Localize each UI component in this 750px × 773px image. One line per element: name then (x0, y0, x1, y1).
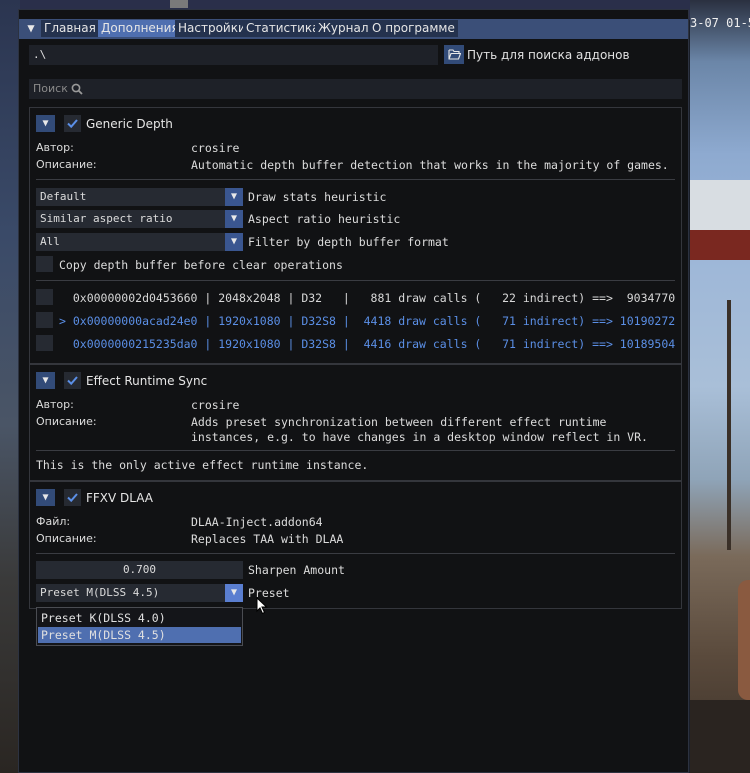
chevron-down-icon[interactable]: ▼ (225, 210, 243, 228)
preset-dropdown-list: Preset K(DLSS 4.0) Preset M(DLSS 4.5) (36, 607, 243, 646)
check-icon (67, 119, 78, 129)
addon-path-label: Путь для поиска аддонов (467, 48, 630, 62)
author-value: crosire (191, 398, 240, 412)
chevron-down-icon[interactable]: ▼ (225, 233, 243, 251)
background-pole (727, 300, 731, 550)
depth-buffer-row[interactable]: 0x0000000215235da0 | 1920x1080 | D32S8 |… (59, 337, 675, 351)
description-label: Описание: (36, 532, 97, 545)
buffer-checkbox[interactable] (36, 335, 53, 351)
separator (36, 179, 675, 180)
search-icon (71, 83, 83, 95)
description-line-2: instances, e.g. to have changes in a des… (191, 430, 648, 444)
description-label: Описание: (36, 158, 97, 171)
check-icon (67, 493, 78, 503)
collapse-button[interactable]: ▼ (36, 115, 55, 132)
addon-path-input[interactable]: .\ (29, 45, 438, 65)
chevron-down-icon[interactable]: ▼ (225, 584, 243, 602)
preset-combo[interactable]: Preset M(DLSS 4.5) (36, 584, 243, 602)
author-label: Автор: (36, 398, 74, 411)
dropdown-option[interactable]: Preset K(DLSS 4.0) (38, 610, 241, 626)
background-left (0, 0, 20, 773)
background-person (738, 580, 750, 700)
description-line-1: Adds preset synchronization between diff… (191, 415, 607, 429)
format-filter-label: Filter by depth buffer format (248, 235, 449, 249)
menu-triangle-icon[interactable]: ▼ (24, 21, 38, 35)
copy-depth-checkbox[interactable] (36, 256, 53, 272)
sharpen-amount-slider[interactable]: 0.700 (36, 561, 243, 579)
draw-stats-label: Draw stats heuristic (248, 190, 387, 204)
addon-title: Generic Depth (86, 117, 173, 131)
reshade-overlay-window: ▼ Главная Дополнения Настройки Статистик… (18, 9, 689, 773)
sharpen-amount-label: Sharpen Amount (248, 563, 345, 577)
tab-home[interactable]: Главная (41, 20, 99, 37)
collapse-button[interactable]: ▼ (36, 372, 55, 389)
buffer-checkbox[interactable] (36, 289, 53, 305)
depth-buffer-row-selected[interactable]: > 0x00000000acad24e0 | 1920x1080 | D32S8… (59, 314, 675, 328)
folder-open-button[interactable] (444, 45, 464, 64)
tab-addons[interactable]: Дополнения (98, 20, 182, 37)
search-input[interactable]: Поиск (29, 79, 682, 99)
addon-panel-ffxv-dlaa: ▼ FFXV DLAA Файл: DLAA-Inject.addon64 Оп… (29, 481, 682, 609)
preset-label: Preset (248, 586, 290, 600)
tab-statistics[interactable]: Статистика (243, 20, 323, 37)
clock-text: 3-07 01-5 (690, 16, 750, 30)
description-value: Replaces TAA with DLAA (191, 532, 344, 546)
file-label: Файл: (36, 515, 71, 528)
draw-stats-combo[interactable]: Default (36, 188, 243, 206)
addon-panel-generic-depth: ▼ Generic Depth Автор: crosire Описание:… (29, 107, 682, 364)
aspect-ratio-label: Aspect ratio heuristic (248, 212, 401, 226)
author-value: crosire (191, 141, 240, 155)
folder-open-icon (447, 49, 461, 60)
separator (36, 280, 675, 281)
background-mark (170, 0, 188, 8)
background-roof-edge (690, 230, 750, 260)
addon-enabled-checkbox[interactable] (64, 115, 81, 132)
buffer-checkbox[interactable] (36, 312, 53, 328)
tab-about[interactable]: О программе (369, 20, 458, 37)
separator (36, 553, 675, 554)
tab-log[interactable]: Журнал (315, 20, 372, 37)
description-label: Описание: (36, 415, 97, 428)
depth-buffer-row[interactable]: 0x00000002d0453660 | 2048x2048 | D32 | 8… (59, 291, 675, 305)
collapse-button[interactable]: ▼ (36, 489, 55, 506)
background-ground (690, 700, 750, 773)
mouse-cursor-icon (256, 597, 268, 615)
author-label: Автор: (36, 141, 74, 154)
addon-enabled-checkbox[interactable] (64, 489, 81, 506)
format-filter-combo[interactable]: All (36, 233, 243, 251)
aspect-ratio-combo[interactable]: Similar aspect ratio (36, 210, 243, 228)
addon-title: FFXV DLAA (86, 491, 154, 505)
separator (36, 450, 675, 451)
description-value: Automatic depth buffer detection that wo… (191, 158, 669, 172)
addon-enabled-checkbox[interactable] (64, 372, 81, 389)
dropdown-option-selected[interactable]: Preset M(DLSS 4.5) (38, 627, 241, 643)
tab-settings[interactable]: Настройки (175, 20, 249, 37)
runtime-note: This is the only active effect runtime i… (36, 458, 369, 472)
copy-depth-label: Copy depth buffer before clear operation… (59, 258, 343, 272)
file-value: DLAA-Inject.addon64 (191, 515, 323, 529)
check-icon (67, 376, 78, 386)
chevron-down-icon[interactable]: ▼ (225, 188, 243, 206)
addon-title: Effect Runtime Sync (86, 374, 208, 388)
addon-panel-effect-runtime-sync: ▼ Effect Runtime Sync Автор: crosire Опи… (29, 364, 682, 481)
